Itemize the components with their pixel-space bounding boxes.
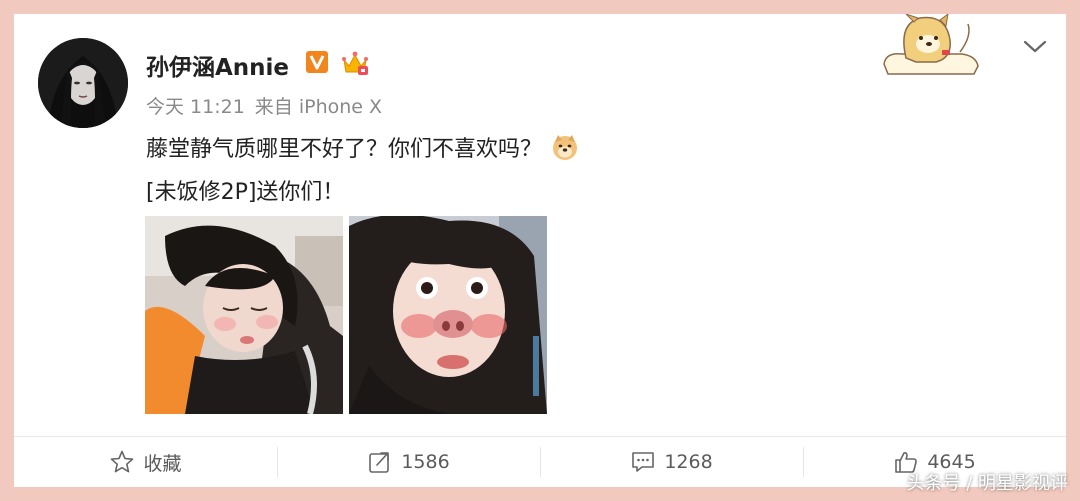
doge-emoji-icon xyxy=(550,132,580,162)
watermark: 头条号 / 明星影视评 xyxy=(906,473,1068,494)
repost-button[interactable]: 1586 xyxy=(277,437,540,487)
comment-icon xyxy=(632,452,655,472)
crown-badge-icon[interactable] xyxy=(340,48,370,78)
favorite-button[interactable]: 收藏 xyxy=(14,437,277,487)
chevron-down-icon[interactable] xyxy=(1020,36,1050,58)
dog-sticker xyxy=(876,14,986,76)
repost-icon xyxy=(369,452,390,473)
avatar[interactable] xyxy=(38,38,128,128)
comment-count: 1268 xyxy=(664,451,713,473)
post-photo-2[interactable] xyxy=(349,216,547,414)
weibo-post-card: 孙伊涵Annie 今天 11:21 来自 iPhone X 藤堂静气质哪里不好了？… xyxy=(14,14,1066,487)
favorite-label: 收藏 xyxy=(143,452,182,475)
post-text-line-2: [未饭修2P]送你们！ xyxy=(146,180,345,205)
post-text-line-1: 藤堂静气质哪里不好了？你们不喜欢吗？ xyxy=(146,131,580,163)
username[interactable]: 孙伊涵Annie xyxy=(146,48,289,82)
post-source[interactable]: 来自 iPhone X xyxy=(255,96,382,118)
post-photo-1[interactable] xyxy=(145,216,343,414)
post-time[interactable]: 今天 11:21 xyxy=(146,96,245,118)
post-text: 藤堂静气质哪里不好了？你们不喜欢吗？ xyxy=(146,137,543,162)
repost-count: 1586 xyxy=(401,451,450,473)
verified-v-icon xyxy=(305,50,329,74)
post-meta: 今天 11:21 来自 iPhone X xyxy=(146,92,392,119)
star-icon xyxy=(111,450,134,473)
comment-button[interactable]: 1268 xyxy=(540,437,803,487)
